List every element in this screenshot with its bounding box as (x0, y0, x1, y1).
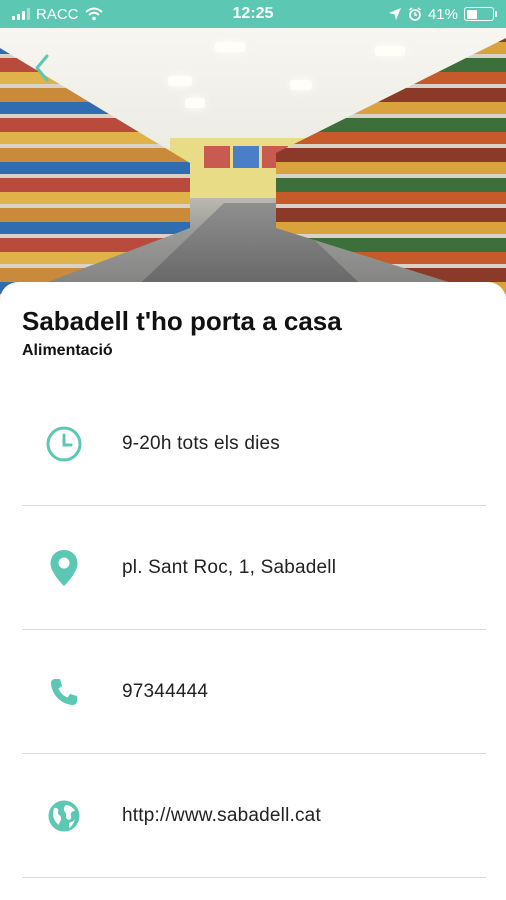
back-chevron-icon[interactable] (30, 52, 54, 84)
info-row-website[interactable]: http://www.sabadell.cat (22, 754, 486, 877)
battery-percent: 41% (427, 5, 458, 23)
website-link[interactable]: http://www.sabadell.cat (122, 805, 321, 827)
battery-icon (464, 7, 497, 21)
status-right: 41% (388, 5, 497, 23)
status-left: RACC (12, 6, 103, 23)
business-category: Alimentació (22, 342, 113, 359)
ceiling-light (168, 76, 192, 86)
detail-card: Sabadell t'ho porta a casa Alimentació 9… (0, 282, 506, 900)
info-row-phone[interactable]: 97344444 (22, 630, 486, 753)
hero-wall-panel (204, 146, 230, 168)
phone-text: 97344444 (122, 680, 209, 702)
ceiling-light (375, 46, 405, 56)
alarm-icon (408, 7, 421, 21)
battery-level-fill (466, 9, 477, 19)
carrier-label: RACC (36, 5, 79, 23)
divider (22, 877, 486, 878)
ceiling-light (185, 98, 205, 108)
ceiling-light (290, 80, 312, 90)
hero-wall-panel (233, 146, 259, 168)
location-pin-icon (42, 546, 86, 590)
clock-icon (42, 422, 86, 466)
ceiling-light (215, 42, 245, 52)
wifi-icon (84, 7, 103, 21)
hero-image (0, 28, 506, 300)
phone-icon (42, 670, 86, 714)
business-name: Sabadell t'ho porta a casa (22, 306, 342, 336)
globe-icon (42, 794, 86, 838)
hours-text: 9-20h tots els dies (122, 432, 280, 454)
signal-icon (12, 8, 30, 20)
status-bar: RACC 12:25 41% (0, 0, 506, 28)
info-row-address[interactable]: pl. Sant Roc, 1, Sabadell (22, 506, 486, 629)
info-row-hours: 9-20h tots els dies (22, 382, 486, 505)
address-text: pl. Sant Roc, 1, Sabadell (122, 556, 337, 578)
location-arrow-icon (388, 8, 401, 20)
